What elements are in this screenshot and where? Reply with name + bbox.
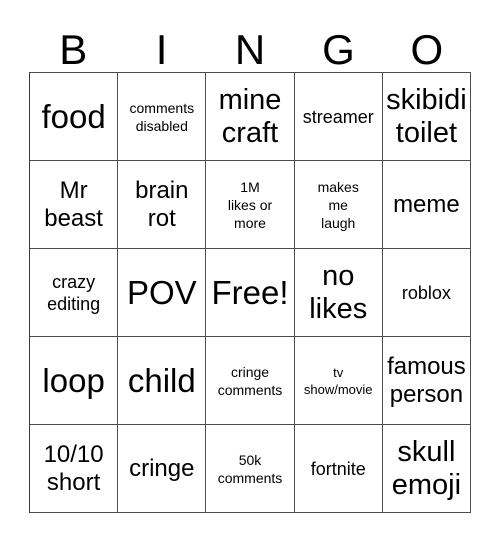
bingo-cell[interactable]: roblox	[383, 249, 472, 336]
bingo-cell[interactable]: tv show/movie	[295, 337, 383, 424]
bingo-cell-label: Free!	[211, 273, 289, 311]
bingo-cell-label: no likes	[309, 259, 368, 325]
bingo-cell-label: crazy editing	[47, 271, 101, 314]
bingo-cell[interactable]: comments disabled	[118, 73, 207, 160]
bingo-cell[interactable]: 10/10 short	[30, 425, 119, 512]
bingo-cell[interactable]: skibidi toilet	[383, 73, 472, 160]
bingo-header: B I N G O	[29, 18, 471, 72]
bingo-cell[interactable]: loop	[30, 337, 119, 424]
bingo-cell-label: mine craft	[218, 83, 282, 149]
bingo-cell-label: meme	[393, 190, 460, 218]
bingo-cell[interactable]: cringe comments	[206, 337, 295, 424]
bingo-cell-label: skull emoji	[391, 435, 462, 501]
bingo-cell-label: child	[127, 361, 196, 399]
bingo-cell[interactable]: 50k comments	[206, 425, 295, 512]
bingo-cell[interactable]: mine craft	[206, 73, 295, 160]
bingo-cell[interactable]: child	[118, 337, 207, 424]
header-letter-b: B	[59, 26, 88, 73]
bingo-cell[interactable]: makes me laugh	[295, 161, 383, 248]
bingo-cell-free[interactable]: Free!	[206, 249, 295, 336]
bingo-cell[interactable]: crazy editing	[30, 249, 119, 336]
bingo-cell-label: Mr beast	[44, 176, 103, 232]
bingo-cell-label: 50k comments	[217, 451, 283, 486]
bingo-cell[interactable]: meme	[383, 161, 472, 248]
bingo-cell[interactable]: no likes	[295, 249, 383, 336]
bingo-cell[interactable]: 1M likes or more	[206, 161, 295, 248]
bingo-cell-label: tv show/movie	[303, 364, 373, 397]
bingo-cell-label: loop	[42, 361, 105, 399]
bingo-cell-label: famous person	[387, 352, 466, 408]
bingo-cell-label: brain rot	[135, 176, 189, 232]
header-letter-g: G	[322, 26, 355, 73]
bingo-row: loop child cringe comments tv show/movie…	[30, 337, 472, 425]
bingo-cell-label: cringe	[129, 454, 195, 482]
bingo-cell-label: roblox	[401, 282, 451, 303]
header-letter-i: I	[155, 26, 168, 73]
bingo-cell[interactable]: POV	[118, 249, 207, 336]
bingo-cell-label: fortnite	[310, 458, 366, 479]
bingo-grid: food comments disabled mine craft stream…	[29, 72, 472, 513]
bingo-cell-label: makes me laugh	[317, 178, 359, 231]
bingo-row: 10/10 short cringe 50k comments fortnite…	[30, 425, 472, 513]
header-letter-o: O	[410, 26, 444, 73]
bingo-cell[interactable]: famous person	[383, 337, 472, 424]
bingo-cell-label: streamer	[302, 106, 374, 127]
bingo-cell-label: food	[41, 97, 106, 135]
bingo-card: B I N G O food comments disabled mine cr…	[0, 0, 500, 544]
bingo-row: food comments disabled mine craft stream…	[30, 73, 472, 161]
bingo-cell[interactable]: brain rot	[118, 161, 207, 248]
bingo-cell-label: skibidi toilet	[386, 83, 467, 149]
bingo-row: crazy editing POV Free! no likes roblox	[30, 249, 472, 337]
bingo-cell-label: 10/10 short	[43, 440, 104, 496]
bingo-cell[interactable]: food	[30, 73, 119, 160]
bingo-cell[interactable]: streamer	[295, 73, 383, 160]
header-letter-n: N	[234, 26, 266, 73]
bingo-cell[interactable]: Mr beast	[30, 161, 119, 248]
bingo-cell[interactable]: skull emoji	[383, 425, 472, 512]
bingo-cell-label: POV	[126, 273, 197, 311]
bingo-cell-label: comments disabled	[129, 99, 195, 134]
bingo-row: Mr beast brain rot 1M likes or more make…	[30, 161, 472, 249]
bingo-cell[interactable]: fortnite	[295, 425, 383, 512]
bingo-cell-label: 1M likes or more	[227, 178, 273, 231]
bingo-cell-label: cringe comments	[217, 363, 283, 398]
bingo-cell[interactable]: cringe	[118, 425, 207, 512]
